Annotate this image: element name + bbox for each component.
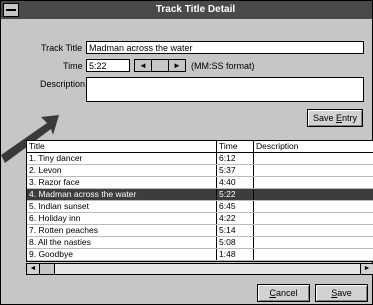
table-row[interactable]: 3. Razor face 4:40 — [27, 177, 373, 189]
scroll-right-icon[interactable]: ► — [360, 264, 373, 274]
cell-time: 5:22 — [217, 189, 254, 200]
table-row[interactable]: 6. Holiday inn 4:22 — [27, 213, 373, 225]
spin-right-icon[interactable]: ► — [169, 60, 185, 71]
cell-title: 5. Indian sunset — [27, 201, 217, 212]
time-label: Time — [63, 61, 83, 71]
table-row[interactable]: 2. Levon 5:37 — [27, 165, 373, 177]
column-header-title[interactable]: Title — [27, 141, 217, 152]
system-menu-icon[interactable] — [3, 3, 19, 17]
scroll-thumb[interactable] — [40, 264, 55, 274]
window-title: Track Title Detail — [155, 4, 236, 15]
track-title-label: Track Title — [41, 43, 83, 53]
table-row[interactable]: 8. All the nasties 5:08 — [27, 237, 373, 249]
time-input[interactable]: 5:22 — [86, 59, 130, 72]
table-row[interactable]: 4. Madman across the water 5:22 — [27, 189, 373, 201]
table-row[interactable]: 5. Indian sunset 6:45 — [27, 201, 373, 213]
cell-time: 6:12 — [217, 153, 254, 164]
table-row[interactable]: 7. Rotten peaches 5:14 — [27, 225, 373, 237]
column-header-time[interactable]: Time — [217, 141, 254, 152]
scroll-left-icon[interactable]: ◄ — [27, 264, 40, 274]
cell-title: 9. Goodbye — [27, 249, 217, 260]
track-list[interactable]: Title Time Description 1. Tiny dancer 6:1… — [26, 140, 373, 262]
title-bar: Track Title Detail — [1, 1, 372, 19]
cell-description — [254, 177, 373, 188]
cell-description — [254, 225, 373, 236]
save-button[interactable]: Save — [315, 284, 368, 302]
cancel-label: ancel — [275, 288, 298, 298]
cell-title: 8. All the nasties — [27, 237, 217, 248]
cell-description — [254, 249, 373, 260]
cell-title: 1. Tiny dancer — [27, 153, 217, 164]
cell-description — [254, 165, 373, 176]
cell-time: 6:45 — [217, 201, 254, 212]
cell-description — [254, 213, 373, 224]
track-list-header: Title Time Description — [27, 141, 373, 153]
column-header-description[interactable]: Description — [254, 141, 373, 152]
save-entry-label-prefix: Save — [312, 113, 336, 123]
cell-description — [254, 153, 373, 164]
track-title-detail-window: Track Title Detail Track Title Madman ac… — [0, 0, 373, 305]
save-entry-label-suffix: ntry — [342, 113, 358, 123]
cancel-button[interactable]: Cancel — [257, 284, 310, 302]
time-spinner[interactable]: ◄ ► — [134, 59, 186, 72]
cell-title: 3. Razor face — [27, 177, 217, 188]
cell-description — [254, 237, 373, 248]
cell-time: 1:48 — [217, 249, 254, 260]
cell-title: 2. Levon — [27, 165, 217, 176]
cell-time: 4:40 — [217, 177, 254, 188]
spin-left-icon[interactable]: ◄ — [135, 60, 152, 71]
cell-title: 4. Madman across the water — [27, 189, 217, 200]
cell-time: 5:08 — [217, 237, 254, 248]
cell-description — [254, 201, 373, 212]
cell-time: 5:37 — [217, 165, 254, 176]
horizontal-scrollbar[interactable]: ◄ ► — [26, 263, 373, 275]
track-title-input[interactable]: Madman across the water — [86, 41, 364, 54]
cell-time: 5:14 — [217, 225, 254, 236]
table-row[interactable]: 1. Tiny dancer 6:12 — [27, 153, 373, 165]
cell-description — [254, 189, 373, 200]
cell-time: 4:22 — [217, 213, 254, 224]
save-label: ave — [337, 288, 352, 298]
save-entry-button[interactable]: Save Entry — [307, 109, 363, 127]
table-row[interactable]: 9. Goodbye 1:48 — [27, 249, 373, 261]
description-input[interactable] — [86, 77, 364, 102]
cell-title: 6. Holiday inn — [27, 213, 217, 224]
description-label: Description — [40, 79, 86, 89]
spin-track — [152, 60, 169, 71]
cell-title: 7. Rotten peaches — [27, 225, 217, 236]
time-format-hint: (MM:SS format) — [191, 61, 255, 71]
